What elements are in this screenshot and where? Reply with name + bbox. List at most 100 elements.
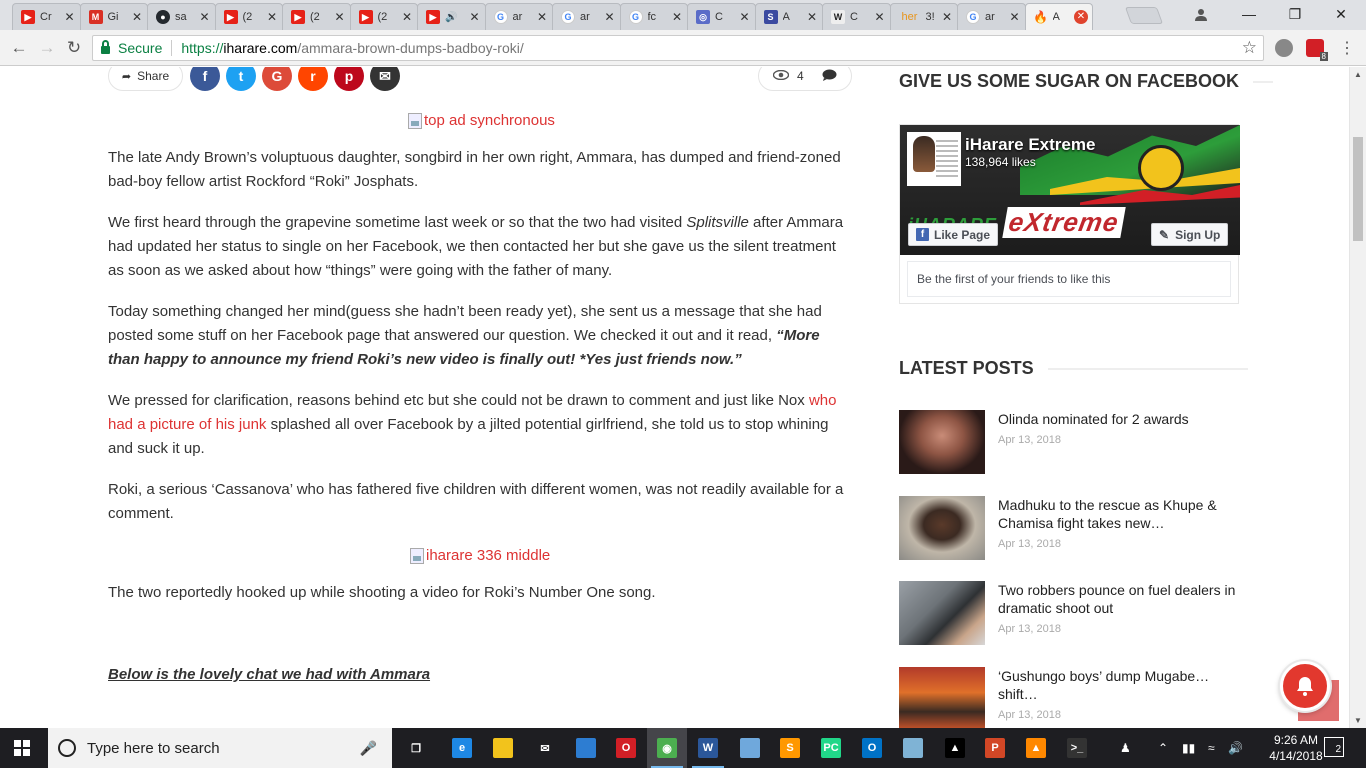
- close-tab-icon[interactable]: ✕: [334, 10, 346, 24]
- mail-icon[interactable]: ✉: [525, 728, 565, 768]
- taskbar-search[interactable]: Type here to search 🎤: [48, 728, 392, 768]
- windows-start-icon[interactable]: [14, 740, 30, 756]
- browser-tab[interactable]: Gar ✕: [957, 3, 1026, 30]
- reddit-share-icon[interactable]: r: [298, 67, 328, 91]
- menu-icon[interactable]: ⋮: [1336, 37, 1358, 59]
- vlc-icon[interactable]: ▲: [1016, 728, 1056, 768]
- wifi-icon[interactable]: ≈: [1208, 728, 1215, 768]
- close-tab-icon[interactable]: ✕: [401, 10, 413, 24]
- facebook-cover-image[interactable]: iHARARE eXtreme iHarare Extreme 138,964 …: [900, 125, 1240, 255]
- close-tab-icon[interactable]: ✕: [536, 10, 548, 24]
- browser-tab[interactable]: Gar ✕: [484, 3, 553, 30]
- facebook-share-icon[interactable]: f: [190, 67, 220, 91]
- latest-post-3[interactable]: Two robbers pounce on fuel dealers in dr…: [899, 581, 1239, 645]
- new-tab-button[interactable]: [1124, 7, 1164, 24]
- share-button[interactable]: ➦ Share: [108, 67, 183, 91]
- browser-tab[interactable]: S A ✕: [754, 3, 823, 30]
- system-clock[interactable]: 9:26 AM 4/14/2018: [1268, 732, 1324, 764]
- facebook-page-name[interactable]: iHarare Extreme: [965, 135, 1095, 155]
- scroll-thumb[interactable]: [1353, 137, 1363, 241]
- like-page-button[interactable]: f Like Page: [908, 223, 999, 246]
- opera-icon[interactable]: O: [606, 728, 646, 768]
- top-ad[interactable]: top ad synchronous: [408, 112, 555, 129]
- close-tab-icon[interactable]: ✕: [806, 10, 818, 24]
- google-plus-share-icon[interactable]: G: [262, 67, 292, 91]
- terminal-icon[interactable]: >_: [1057, 728, 1097, 768]
- browser-tab[interactable]: M Gi ✕: [79, 3, 148, 30]
- close-tab-icon[interactable]: ✕: [604, 10, 616, 24]
- close-tab-icon[interactable]: ✕: [874, 10, 886, 24]
- browser-tab[interactable]: ▶ (2 ✕: [214, 3, 283, 30]
- pycharm-icon[interactable]: PC: [811, 728, 851, 768]
- twitter-share-icon[interactable]: t: [226, 67, 256, 91]
- show-hidden-icons[interactable]: ⌃: [1158, 728, 1168, 768]
- close-tab-icon[interactable]: ✕: [199, 10, 211, 24]
- powerpoint-icon[interactable]: P: [975, 728, 1015, 768]
- profile-icon[interactable]: [1178, 0, 1224, 28]
- maximize-button[interactable]: ❐: [1272, 0, 1318, 28]
- outlook-icon[interactable]: O: [852, 728, 892, 768]
- page-scrollbar[interactable]: ▲ ▼: [1349, 67, 1366, 728]
- latest-post-1[interactable]: Olinda nominated for 2 awards Apr 13, 20…: [899, 410, 1239, 474]
- sourcetree-icon[interactable]: [566, 728, 606, 768]
- post-title[interactable]: Madhuku to the rescue as Khupe & Chamisa…: [998, 496, 1240, 532]
- browser-tab[interactable]: ● sa ✕: [147, 3, 216, 30]
- address-bar[interactable]: Secure https://iharare.com/ammara-brown-…: [92, 35, 1264, 61]
- email-share-icon[interactable]: ✉: [370, 67, 400, 91]
- post-title[interactable]: Two robbers pounce on fuel dealers in dr…: [998, 581, 1240, 617]
- post-title[interactable]: ‘Gushungo boys’ dump Mugabe… shift…: [998, 667, 1240, 703]
- photos-icon[interactable]: ▲: [935, 728, 975, 768]
- browser-tab[interactable]: ▶ (2 ✕: [349, 3, 418, 30]
- close-window-button[interactable]: ✕: [1318, 0, 1364, 28]
- forward-button[interactable]: →: [36, 37, 58, 59]
- task-view-icon[interactable]: ❐: [396, 728, 436, 768]
- post-thumbnail-woman-portrait[interactable]: [899, 410, 985, 474]
- scroll-down-icon[interactable]: ▼: [1354, 716, 1362, 725]
- notification-bell-icon[interactable]: [1280, 661, 1330, 711]
- browser-tab[interactable]: Gar ✕: [552, 3, 621, 30]
- browser-tab[interactable]: Gfc ✕: [619, 3, 688, 30]
- close-tab-icon[interactable]: ✕: [64, 10, 76, 24]
- file-explorer-icon[interactable]: [483, 728, 523, 768]
- browser-tab[interactable]: 🔥 A ✕: [1024, 3, 1093, 30]
- sublime-icon[interactable]: S: [770, 728, 810, 768]
- close-tab-icon[interactable]: ✕: [941, 10, 953, 24]
- post-thumbnail-crowd[interactable]: [899, 667, 985, 728]
- browser-tab[interactable]: ▶ Cr ✕: [12, 3, 81, 30]
- battery-icon[interactable]: ▮▮: [1182, 728, 1195, 768]
- post-thumbnail-gun[interactable]: [899, 581, 985, 645]
- middle-ad[interactable]: iharare 336 middle: [410, 547, 550, 564]
- close-tab-icon[interactable]: ✕: [266, 10, 278, 24]
- comment-icon[interactable]: [822, 69, 837, 84]
- scroll-up-icon[interactable]: ▲: [1354, 70, 1362, 79]
- notepad-icon[interactable]: [893, 728, 933, 768]
- browser-tab[interactable]: W C ✕: [822, 3, 891, 30]
- facebook-page-avatar[interactable]: [907, 132, 961, 186]
- browser-tab[interactable]: ▶ (2 ✕: [282, 3, 351, 30]
- close-tab-icon[interactable]: ✕: [1009, 10, 1021, 24]
- latest-post-4[interactable]: ‘Gushungo boys’ dump Mugabe… shift… Apr …: [899, 667, 1239, 728]
- extension-icon[interactable]: [1275, 39, 1293, 57]
- pinterest-share-icon[interactable]: p: [334, 67, 364, 91]
- close-tab-icon[interactable]: ✕: [131, 10, 143, 24]
- opera-extension-icon[interactable]: 8: [1306, 39, 1328, 61]
- sign-up-button[interactable]: ✎ Sign Up: [1151, 223, 1229, 246]
- paint-icon[interactable]: [730, 728, 770, 768]
- browser-tab[interactable]: ◎ C ✕: [687, 3, 756, 30]
- audio-playing-icon[interactable]: 🔊: [445, 12, 457, 23]
- volume-icon[interactable]: 🔊: [1228, 728, 1243, 768]
- post-thumbnail-man-portrait[interactable]: [899, 496, 985, 560]
- close-tab-icon[interactable]: ✕: [1074, 10, 1088, 24]
- reload-button[interactable]: ↻: [63, 37, 85, 59]
- minimize-button[interactable]: —: [1226, 0, 1272, 28]
- back-button[interactable]: ←: [8, 37, 30, 59]
- edge-icon[interactable]: e: [442, 728, 482, 768]
- action-center-icon[interactable]: 2: [1324, 737, 1344, 757]
- chrome-icon[interactable]: ◉: [647, 728, 687, 768]
- people-icon[interactable]: ♟: [1120, 728, 1131, 768]
- close-tab-icon[interactable]: ✕: [739, 10, 751, 24]
- latest-post-2[interactable]: Madhuku to the rescue as Khupe & Chamisa…: [899, 496, 1239, 560]
- browser-tab[interactable]: ▶ 🔊 ✕: [417, 3, 486, 30]
- close-tab-icon[interactable]: ✕: [671, 10, 683, 24]
- close-tab-icon[interactable]: ✕: [469, 10, 481, 24]
